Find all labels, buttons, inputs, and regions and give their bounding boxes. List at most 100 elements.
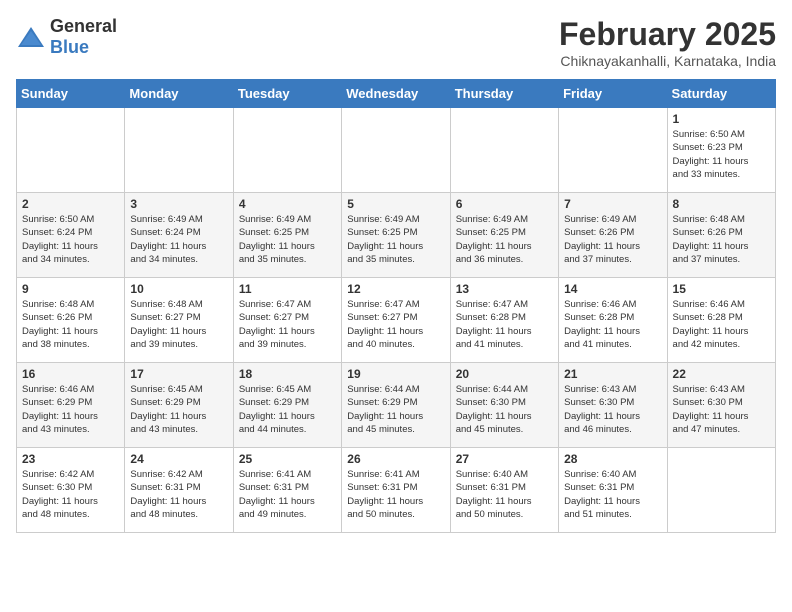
weekday-header-tuesday: Tuesday bbox=[233, 80, 341, 108]
day-number: 12 bbox=[347, 282, 444, 296]
calendar-cell: 10 Sunrise: 6:48 AM Sunset: 6:27 PM Dayli… bbox=[125, 278, 233, 363]
calendar-cell: 6 Sunrise: 6:49 AM Sunset: 6:25 PM Daylig… bbox=[450, 193, 558, 278]
calendar-cell: 4 Sunrise: 6:49 AM Sunset: 6:25 PM Daylig… bbox=[233, 193, 341, 278]
day-info: Sunrise: 6:40 AM Sunset: 6:31 PM Dayligh… bbox=[456, 468, 553, 521]
weekday-header-friday: Friday bbox=[559, 80, 667, 108]
day-info: Sunrise: 6:47 AM Sunset: 6:27 PM Dayligh… bbox=[347, 298, 444, 351]
logo-general: General bbox=[50, 16, 117, 36]
day-number: 10 bbox=[130, 282, 227, 296]
calendar-cell: 8 Sunrise: 6:48 AM Sunset: 6:26 PM Daylig… bbox=[667, 193, 775, 278]
day-info: Sunrise: 6:42 AM Sunset: 6:30 PM Dayligh… bbox=[22, 468, 119, 521]
day-info: Sunrise: 6:49 AM Sunset: 6:26 PM Dayligh… bbox=[564, 213, 661, 266]
day-number: 18 bbox=[239, 367, 336, 381]
day-number: 16 bbox=[22, 367, 119, 381]
logo: General Blue bbox=[16, 16, 117, 58]
day-info: Sunrise: 6:48 AM Sunset: 6:26 PM Dayligh… bbox=[673, 213, 770, 266]
day-number: 19 bbox=[347, 367, 444, 381]
day-number: 1 bbox=[673, 112, 770, 126]
day-info: Sunrise: 6:44 AM Sunset: 6:29 PM Dayligh… bbox=[347, 383, 444, 436]
week-row-1: 1 Sunrise: 6:50 AM Sunset: 6:23 PM Daylig… bbox=[17, 108, 776, 193]
day-number: 6 bbox=[456, 197, 553, 211]
day-info: Sunrise: 6:41 AM Sunset: 6:31 PM Dayligh… bbox=[239, 468, 336, 521]
weekday-header-sunday: Sunday bbox=[17, 80, 125, 108]
day-info: Sunrise: 6:47 AM Sunset: 6:27 PM Dayligh… bbox=[239, 298, 336, 351]
day-number: 24 bbox=[130, 452, 227, 466]
calendar-cell: 16 Sunrise: 6:46 AM Sunset: 6:29 PM Dayli… bbox=[17, 363, 125, 448]
calendar-cell: 23Sunrise: 6:42 AM Sunset: 6:30 PM Dayli… bbox=[17, 448, 125, 533]
day-number: 21 bbox=[564, 367, 661, 381]
day-info: Sunrise: 6:47 AM Sunset: 6:28 PM Dayligh… bbox=[456, 298, 553, 351]
day-number: 13 bbox=[456, 282, 553, 296]
calendar-cell bbox=[233, 108, 341, 193]
calendar-cell: 28Sunrise: 6:40 AM Sunset: 6:31 PM Dayli… bbox=[559, 448, 667, 533]
day-info: Sunrise: 6:43 AM Sunset: 6:30 PM Dayligh… bbox=[564, 383, 661, 436]
calendar-cell: 13 Sunrise: 6:47 AM Sunset: 6:28 PM Dayli… bbox=[450, 278, 558, 363]
day-number: 4 bbox=[239, 197, 336, 211]
calendar-cell: 3 Sunrise: 6:49 AM Sunset: 6:24 PM Daylig… bbox=[125, 193, 233, 278]
calendar-cell: 20Sunrise: 6:44 AM Sunset: 6:30 PM Dayli… bbox=[450, 363, 558, 448]
day-info: Sunrise: 6:49 AM Sunset: 6:25 PM Dayligh… bbox=[347, 213, 444, 266]
day-info: Sunrise: 6:46 AM Sunset: 6:28 PM Dayligh… bbox=[564, 298, 661, 351]
calendar-cell: 18 Sunrise: 6:45 AM Sunset: 6:29 PM Dayli… bbox=[233, 363, 341, 448]
day-info: Sunrise: 6:42 AM Sunset: 6:31 PM Dayligh… bbox=[130, 468, 227, 521]
weekday-header-row: SundayMondayTuesdayWednesdayThursdayFrid… bbox=[17, 80, 776, 108]
calendar-table: SundayMondayTuesdayWednesdayThursdayFrid… bbox=[16, 79, 776, 533]
day-info: Sunrise: 6:50 AM Sunset: 6:24 PM Dayligh… bbox=[22, 213, 119, 266]
calendar-cell bbox=[342, 108, 450, 193]
day-number: 27 bbox=[456, 452, 553, 466]
weekday-header-wednesday: Wednesday bbox=[342, 80, 450, 108]
day-number: 9 bbox=[22, 282, 119, 296]
day-info: Sunrise: 6:50 AM Sunset: 6:23 PM Dayligh… bbox=[673, 128, 770, 181]
calendar-cell: 11Sunrise: 6:47 AM Sunset: 6:27 PM Dayli… bbox=[233, 278, 341, 363]
day-info: Sunrise: 6:49 AM Sunset: 6:25 PM Dayligh… bbox=[239, 213, 336, 266]
calendar-cell bbox=[667, 448, 775, 533]
day-number: 8 bbox=[673, 197, 770, 211]
calendar-cell: 21 Sunrise: 6:43 AM Sunset: 6:30 PM Dayli… bbox=[559, 363, 667, 448]
day-number: 5 bbox=[347, 197, 444, 211]
day-info: Sunrise: 6:41 AM Sunset: 6:31 PM Dayligh… bbox=[347, 468, 444, 521]
weekday-header-thursday: Thursday bbox=[450, 80, 558, 108]
day-number: 25 bbox=[239, 452, 336, 466]
calendar-cell bbox=[450, 108, 558, 193]
calendar-cell: 5 Sunrise: 6:49 AM Sunset: 6:25 PM Daylig… bbox=[342, 193, 450, 278]
calendar-cell: 7 Sunrise: 6:49 AM Sunset: 6:26 PM Daylig… bbox=[559, 193, 667, 278]
calendar-cell: 9 Sunrise: 6:48 AM Sunset: 6:26 PM Daylig… bbox=[17, 278, 125, 363]
week-row-2: 2Sunrise: 6:50 AM Sunset: 6:24 PM Daylig… bbox=[17, 193, 776, 278]
header: General Blue February 2025 Chiknayakanha… bbox=[16, 16, 776, 69]
calendar-title: February 2025 bbox=[559, 16, 776, 53]
calendar-cell: 22 Sunrise: 6:43 AM Sunset: 6:30 PM Dayli… bbox=[667, 363, 775, 448]
calendar-cell: 27 Sunrise: 6:40 AM Sunset: 6:31 PM Dayli… bbox=[450, 448, 558, 533]
calendar-cell: 1 Sunrise: 6:50 AM Sunset: 6:23 PM Daylig… bbox=[667, 108, 775, 193]
week-row-3: 9 Sunrise: 6:48 AM Sunset: 6:26 PM Daylig… bbox=[17, 278, 776, 363]
day-info: Sunrise: 6:44 AM Sunset: 6:30 PM Dayligh… bbox=[456, 383, 553, 436]
calendar-cell: 25 Sunrise: 6:41 AM Sunset: 6:31 PM Dayli… bbox=[233, 448, 341, 533]
calendar-cell bbox=[559, 108, 667, 193]
title-block: February 2025 Chiknayakanhalli, Karnatak… bbox=[559, 16, 776, 69]
day-number: 3 bbox=[130, 197, 227, 211]
day-info: Sunrise: 6:48 AM Sunset: 6:27 PM Dayligh… bbox=[130, 298, 227, 351]
week-row-5: 23Sunrise: 6:42 AM Sunset: 6:30 PM Dayli… bbox=[17, 448, 776, 533]
day-number: 15 bbox=[673, 282, 770, 296]
day-info: Sunrise: 6:49 AM Sunset: 6:25 PM Dayligh… bbox=[456, 213, 553, 266]
day-info: Sunrise: 6:46 AM Sunset: 6:29 PM Dayligh… bbox=[22, 383, 119, 436]
day-number: 17 bbox=[130, 367, 227, 381]
day-info: Sunrise: 6:49 AM Sunset: 6:24 PM Dayligh… bbox=[130, 213, 227, 266]
calendar-cell: 2Sunrise: 6:50 AM Sunset: 6:24 PM Daylig… bbox=[17, 193, 125, 278]
day-number: 26 bbox=[347, 452, 444, 466]
day-number: 7 bbox=[564, 197, 661, 211]
day-info: Sunrise: 6:40 AM Sunset: 6:31 PM Dayligh… bbox=[564, 468, 661, 521]
calendar-cell: 24 Sunrise: 6:42 AM Sunset: 6:31 PM Dayli… bbox=[125, 448, 233, 533]
logo-icon bbox=[16, 25, 46, 49]
day-info: Sunrise: 6:43 AM Sunset: 6:30 PM Dayligh… bbox=[673, 383, 770, 436]
logo-blue: Blue bbox=[50, 37, 89, 57]
day-number: 22 bbox=[673, 367, 770, 381]
calendar-cell: 17Sunrise: 6:45 AM Sunset: 6:29 PM Dayli… bbox=[125, 363, 233, 448]
calendar-cell: 14Sunrise: 6:46 AM Sunset: 6:28 PM Dayli… bbox=[559, 278, 667, 363]
day-info: Sunrise: 6:48 AM Sunset: 6:26 PM Dayligh… bbox=[22, 298, 119, 351]
day-info: Sunrise: 6:45 AM Sunset: 6:29 PM Dayligh… bbox=[239, 383, 336, 436]
calendar-cell: 12 Sunrise: 6:47 AM Sunset: 6:27 PM Dayli… bbox=[342, 278, 450, 363]
week-row-4: 16 Sunrise: 6:46 AM Sunset: 6:29 PM Dayli… bbox=[17, 363, 776, 448]
calendar-cell bbox=[125, 108, 233, 193]
weekday-header-saturday: Saturday bbox=[667, 80, 775, 108]
calendar-cell bbox=[17, 108, 125, 193]
